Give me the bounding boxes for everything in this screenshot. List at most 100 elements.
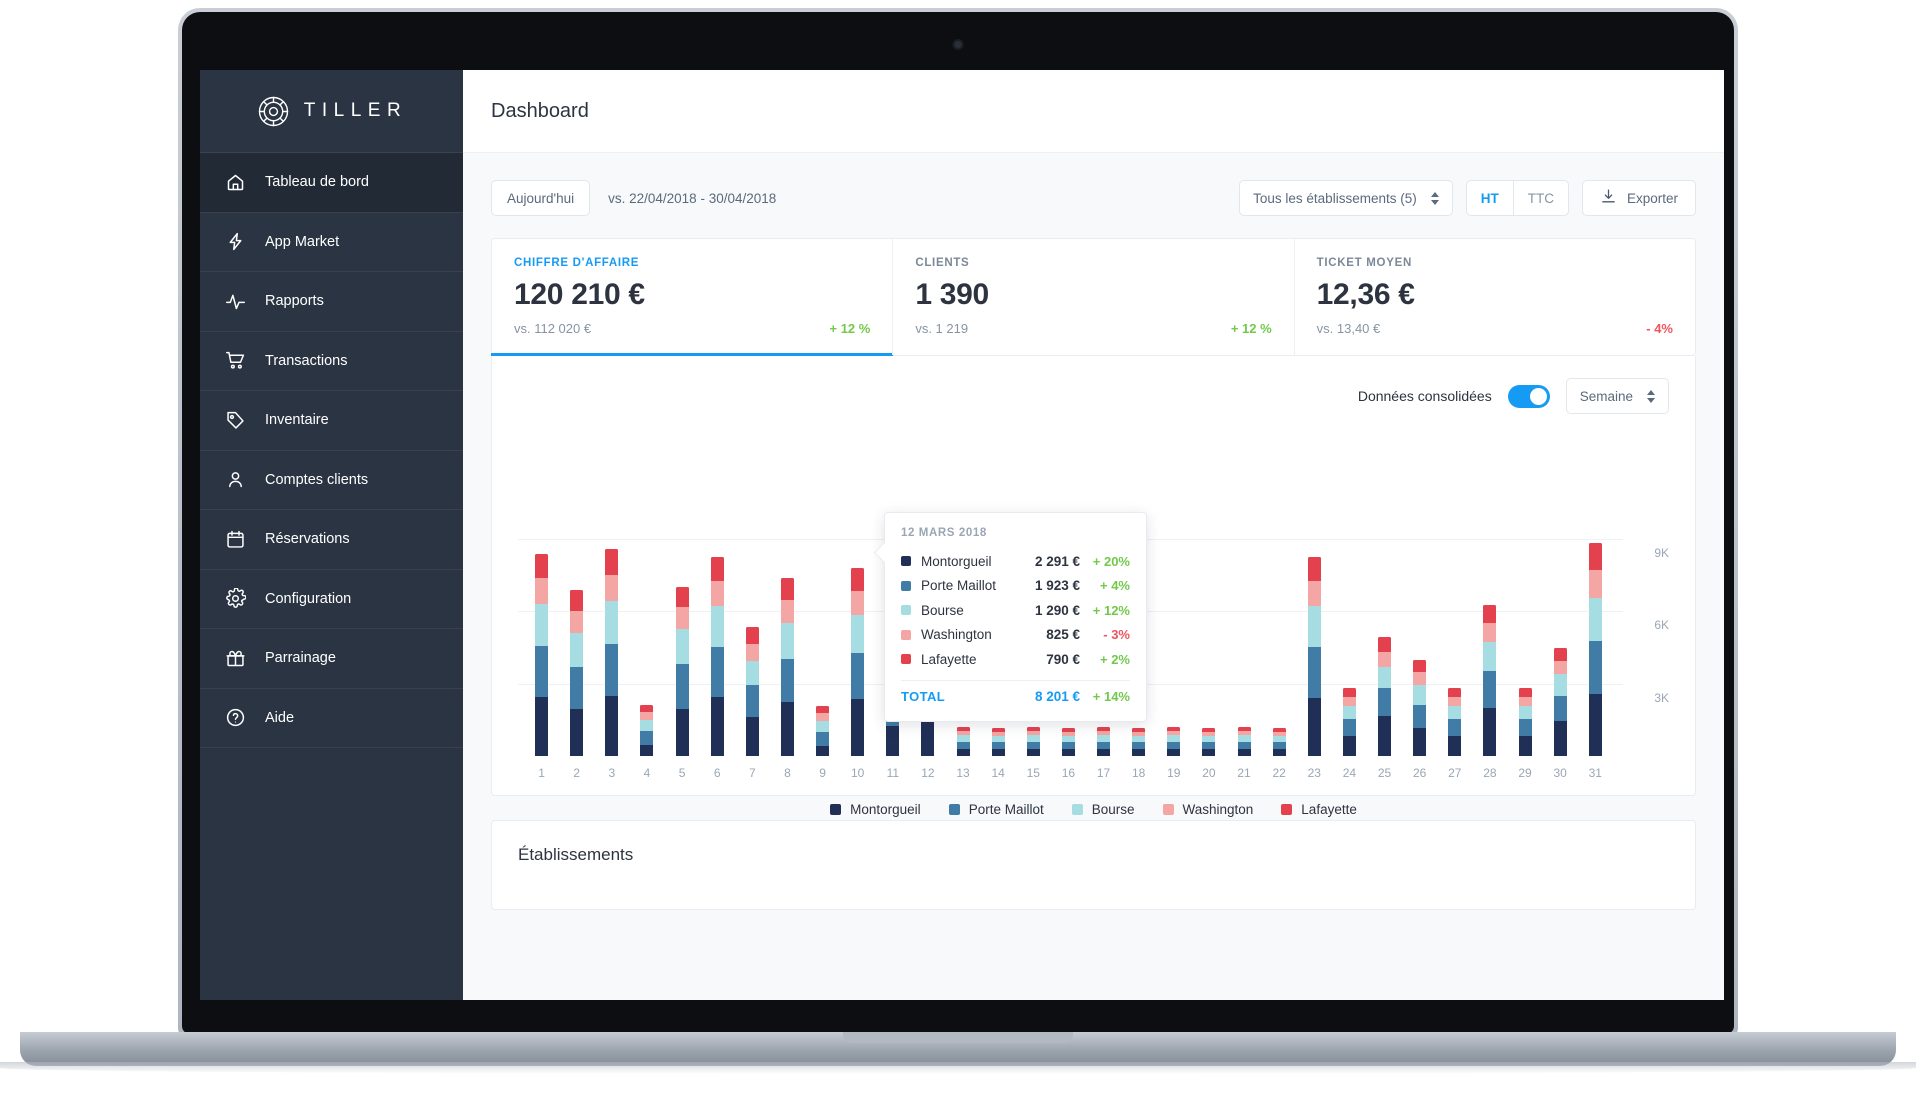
x-axis-tick-label: 15 [1026, 766, 1040, 780]
tooltip-series-delta: - 3% [1103, 627, 1130, 643]
bar-segment [991, 742, 1005, 750]
tax-option-ht[interactable]: HT [1467, 181, 1513, 215]
tooltip-series-delta: + 2% [1100, 651, 1130, 667]
stacked-bar [851, 567, 865, 756]
bar-column[interactable] [805, 466, 840, 756]
bar-segment [1448, 719, 1462, 737]
bar-column[interactable] [840, 466, 875, 756]
brand-logo[interactable]: TILLER [200, 70, 463, 153]
bar-column[interactable] [1508, 466, 1543, 756]
legend-label: Washington [1182, 802, 1254, 817]
main-area: Dashboard Aujourd'hui vs. 22/04/2018 - 3… [463, 70, 1724, 1000]
tax-option-ttc[interactable]: TTC [1512, 181, 1568, 215]
legend-item[interactable]: Lafayette [1281, 802, 1357, 817]
legend-item[interactable]: Washington [1162, 802, 1254, 817]
tooltip-swatch [901, 556, 911, 567]
kpi-card-clients[interactable]: CLIENTS 1 390 vs. 1 219 + 12 % [892, 239, 1293, 355]
x-axis-tick-label: 20 [1202, 766, 1216, 780]
bar-segment [1448, 696, 1462, 706]
x-axis-tick-label: 16 [1061, 766, 1076, 780]
bar-column[interactable] [1472, 466, 1507, 756]
help-circle-icon [224, 707, 246, 729]
x-axis-tick-label: 9 [819, 766, 826, 780]
bar-column[interactable] [1332, 466, 1367, 756]
legend-item[interactable]: Montorgueil [830, 802, 921, 817]
bar-column[interactable] [1437, 466, 1472, 756]
bar-column[interactable] [1543, 466, 1578, 756]
bar-segment [1026, 748, 1040, 756]
bar-segment [1518, 736, 1532, 756]
sidebar-item-transactions[interactable]: Transactions [200, 332, 463, 391]
kpi-value: 120 210 € [514, 278, 645, 311]
bar-segment [1378, 637, 1392, 652]
bar-column[interactable] [594, 466, 629, 756]
stacked-bar [1448, 688, 1462, 756]
sidebar-item-label: Configuration [265, 590, 352, 607]
bar-column[interactable] [559, 466, 594, 756]
establishment-select[interactable]: Tous les établissements (5) [1239, 180, 1453, 216]
kpi-delta: - 4% [1646, 321, 1673, 336]
bar-column[interactable] [1402, 466, 1437, 756]
x-axis-tick-label: 4 [643, 766, 651, 780]
bar-column[interactable] [1227, 466, 1262, 756]
legend-label: Lafayette [1301, 802, 1357, 817]
sidebar-item-configuration[interactable]: Configuration [200, 570, 463, 629]
bar-column[interactable] [1191, 466, 1226, 756]
bar-column[interactable] [1262, 466, 1297, 756]
tooltip-series-delta: + 4% [1100, 578, 1130, 594]
tag-icon [224, 409, 246, 431]
x-axis-tick-label: 8 [784, 766, 791, 780]
sidebar-item-label: Comptes clients [265, 471, 369, 488]
kpi-previous-value: vs. 13,40 € [1316, 321, 1381, 336]
sidebar-item-aide[interactable]: Aide [200, 689, 463, 748]
kpi-previous-value: vs. 1 219 [915, 321, 969, 336]
kpi-card-ticket-moyen[interactable]: TICKET MOYEN 12,36 € vs. 13,40 € - 4% [1293, 239, 1695, 355]
bar-column[interactable] [770, 466, 805, 756]
bar-column[interactable] [1297, 466, 1332, 756]
sidebar-item-rapports[interactable]: Rapports [200, 272, 463, 332]
granularity-select[interactable]: Semaine [1565, 378, 1669, 414]
consolidated-toggle[interactable] [1507, 384, 1550, 408]
sidebar-item-parrainage[interactable]: Parrainage [200, 629, 463, 689]
bar-segment [1588, 569, 1602, 598]
user-icon [224, 469, 246, 491]
sidebar-item-inventaire[interactable]: Inventaire [200, 391, 463, 451]
sidebar-item-comptes-clients[interactable]: Comptes clients [200, 451, 463, 510]
bar-column[interactable] [735, 466, 770, 756]
sidebar-item-app-market[interactable]: App Market [200, 213, 463, 272]
bar-column[interactable] [1578, 466, 1613, 756]
bar-segment [1378, 666, 1392, 689]
legend-item[interactable]: Porte Maillot [948, 802, 1044, 817]
bar-column[interactable] [1367, 466, 1402, 756]
legend-swatch [1281, 804, 1293, 815]
bar-segment [1061, 742, 1075, 749]
kpi-card-chiffre-d-affaire[interactable]: CHIFFRE D'AFFAIRE 120 210 € vs. 112 020 … [490, 239, 894, 356]
tooltip-series-name: Bourse [921, 602, 964, 618]
tax-mode-toggle[interactable]: HT TTC [1465, 180, 1569, 216]
stacked-bar [1342, 688, 1356, 756]
bar-segment [710, 696, 724, 756]
bar-segment [640, 745, 654, 756]
bar-segment [1518, 696, 1532, 706]
period-button[interactable]: Aujourd'hui [491, 180, 591, 216]
bar-segment [710, 556, 724, 581]
bar-column[interactable] [629, 466, 664, 756]
bar-column[interactable] [524, 466, 559, 756]
stacked-bar [1553, 648, 1567, 756]
tooltip-swatch [901, 654, 911, 665]
bar-segment [1202, 742, 1216, 749]
sidebar-item-reservations[interactable]: Réservations [200, 510, 463, 570]
bar-segment [570, 666, 584, 709]
stacked-bar [745, 627, 759, 756]
bar-column[interactable] [700, 466, 735, 756]
kpi-footer: vs. 112 020 € + 12 % [514, 321, 870, 336]
bar-column[interactable] [1156, 466, 1191, 756]
export-button[interactable]: Exporter [1581, 180, 1696, 216]
bar-segment [1553, 660, 1567, 675]
bar-segment [1518, 706, 1532, 720]
bar-column[interactable] [665, 466, 700, 756]
legend-item[interactable]: Bourse [1071, 802, 1135, 817]
sidebar-item-tableau-de-bord[interactable]: Tableau de bord [200, 153, 463, 213]
x-axis-tick-label: 27 [1448, 766, 1462, 780]
gift-icon [224, 647, 246, 669]
